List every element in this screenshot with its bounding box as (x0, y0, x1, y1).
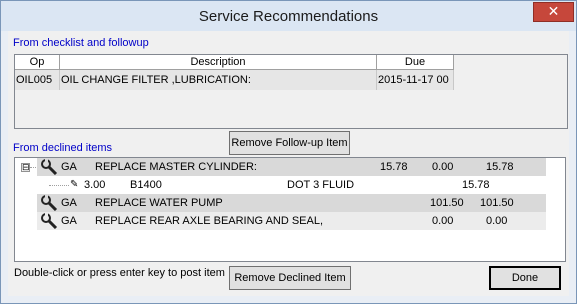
collapse-toggle-icon[interactable]: ⊟ (21, 163, 30, 172)
declined-section-label: From declined items (13, 142, 113, 154)
part-amount: 15.78 (462, 179, 490, 191)
dialog-client-area: From checklist and followup Op Descripti… (8, 31, 569, 296)
item-description: REPLACE WATER PUMP (95, 197, 223, 209)
item-value-1: 101.50 (430, 197, 464, 209)
column-header-op[interactable]: Op (15, 55, 60, 70)
done-button[interactable]: Done (489, 266, 561, 290)
part-description: DOT 3 FLUID (287, 179, 355, 191)
cell-description: OIL CHANGE FILTER ,LUBRICATION: (60, 70, 377, 90)
declined-part-row[interactable]: ✎ 3.00 B1400 DOT 3 FLUID 15.78 (37, 176, 546, 194)
declined-items-tree[interactable]: ⊟ GA REPLACE MASTER CYLINDER: 15.78 0.00… (14, 157, 566, 262)
column-header-description[interactable]: Description (60, 55, 377, 70)
service-recommendations-dialog: Service Recommendations ✕ From checklist… (0, 0, 577, 304)
checklist-row[interactable]: OIL005 OIL CHANGE FILTER ,LUBRICATION: 2… (15, 70, 454, 90)
declined-item-row[interactable]: GA REPLACE MASTER CYLINDER: 15.78 0.00 1… (37, 158, 546, 176)
column-header-due[interactable]: Due (377, 55, 454, 70)
remove-declined-item-button[interactable]: Remove Declined Item (229, 266, 351, 290)
item-description: REPLACE REAR AXLE BEARING AND SEAL, (95, 215, 324, 227)
part-quantity: 3.00 (84, 179, 106, 191)
checklist-grid[interactable]: Op Description Due OIL005 OIL CHANGE FIL… (14, 54, 568, 129)
item-type: GA (61, 161, 77, 173)
title-bar: Service Recommendations ✕ (1, 1, 576, 31)
item-value-1: 0.00 (432, 215, 454, 227)
item-value-3: 15.78 (486, 161, 514, 173)
checklist-section-label: From checklist and followup (13, 37, 149, 49)
wrench-icon (41, 159, 58, 175)
close-button[interactable]: ✕ (533, 2, 574, 22)
cell-op: OIL005 (15, 70, 60, 90)
item-value-2: 0.00 (486, 215, 508, 227)
part-number: B1400 (130, 179, 162, 191)
window-title: Service Recommendations (198, 8, 379, 25)
pencil-icon: ✎ (70, 179, 79, 190)
close-icon: ✕ (547, 4, 560, 20)
post-item-hint: Double-click or press enter key to post … (14, 267, 225, 279)
item-type: GA (61, 215, 77, 227)
item-description: REPLACE MASTER CYLINDER: (95, 161, 257, 173)
cell-due: 2015-11-17 00 (377, 70, 454, 90)
remove-followup-item-button[interactable]: Remove Follow-up Item (229, 131, 350, 155)
declined-item-row[interactable]: GA REPLACE REAR AXLE BEARING AND SEAL, 0… (37, 212, 546, 230)
wrench-icon (41, 213, 58, 229)
item-value-1: 15.78 (380, 161, 408, 173)
declined-item-row[interactable]: GA REPLACE WATER PUMP 101.50 101.50 (37, 194, 546, 212)
item-value-2: 101.50 (480, 197, 514, 209)
wrench-icon (41, 195, 58, 211)
item-type: GA (61, 197, 77, 209)
item-value-2: 0.00 (432, 161, 454, 173)
